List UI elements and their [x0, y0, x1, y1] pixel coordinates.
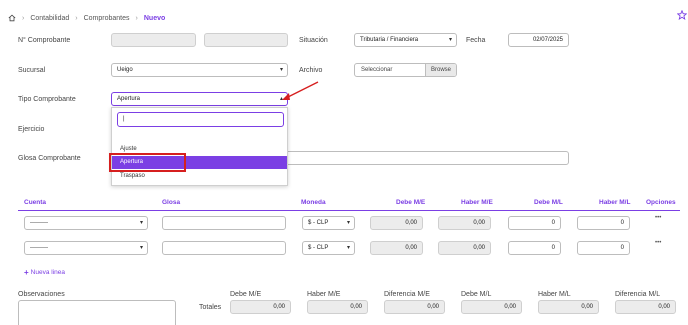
chevron-down-icon: ▾ [346, 245, 350, 251]
haber-me-input: 0,00 [438, 216, 491, 230]
table-row: --------- ▾ $ - CLP ▾ 0,00 0,00 0 0 ••• [0, 240, 688, 257]
highlight-box [109, 153, 186, 172]
table-header: Cuenta Glosa Moneda Debe M/E Haber M/E D… [18, 195, 680, 211]
debe-ml-input[interactable]: 0 [508, 216, 561, 230]
total-haber-me-label: Haber M/E [307, 291, 341, 298]
th-haber-ml: Haber M/L [599, 199, 631, 206]
chevron-down-icon: ▾ [139, 245, 143, 251]
th-moneda: Moneda [301, 199, 326, 206]
row-options-icon[interactable]: ••• [655, 240, 661, 246]
debe-me-input: 0,00 [370, 216, 423, 230]
total-diferencia-ml: 0,00 [615, 300, 676, 314]
glosa-input[interactable] [162, 241, 286, 255]
total-diferencia-me: 0,00 [384, 300, 445, 314]
th-glosa: Glosa [162, 199, 181, 206]
tipo-comprobante-dropdown: | Ajuste Apertura Traspaso [111, 107, 288, 186]
dropdown-search-input[interactable]: | [117, 112, 284, 127]
debe-ml-input[interactable]: 0 [508, 241, 561, 255]
th-opciones: Opciones [646, 199, 676, 206]
th-cuenta: Cuenta [24, 199, 47, 206]
total-diferencia-ml-label: Diferencia M/L [615, 291, 661, 298]
totales-label: Totales [199, 304, 222, 311]
row-options-icon[interactable]: ••• [655, 215, 661, 221]
th-debe-ml: Debe M/L [534, 199, 563, 206]
haber-ml-input[interactable]: 0 [577, 216, 630, 230]
add-line-button[interactable]: + Nueva linea [24, 268, 65, 277]
ejercicio-label: Ejercicio [18, 126, 45, 133]
th-debe-me: Debe M/E [396, 199, 426, 206]
cuenta-value: --------- [30, 245, 48, 251]
total-haber-ml: 0,00 [538, 300, 599, 314]
debe-me-input: 0,00 [370, 241, 423, 255]
cuenta-value: --------- [30, 220, 48, 226]
chevron-down-icon: ▾ [139, 220, 143, 226]
total-debe-ml-label: Debe M/L [461, 291, 492, 298]
total-diferencia-me-label: Diferencia M/E [384, 291, 430, 298]
observaciones-label: Observaciones [18, 291, 65, 298]
observaciones-textarea[interactable] [18, 300, 176, 325]
moneda-value: $ - CLP [308, 245, 329, 251]
moneda-select[interactable]: $ - CLP ▾ [302, 216, 355, 230]
dropdown-option-ajuste[interactable]: Ajuste [120, 146, 137, 152]
table-row: --------- ▾ $ - CLP ▾ 0,00 0,00 0 0 ••• [0, 215, 688, 232]
moneda-value: $ - CLP [308, 220, 329, 226]
glosa-comprobante-label: Glosa Comprobante [18, 155, 81, 162]
th-haber-me: Haber M/E [461, 199, 493, 206]
total-debe-me: 0,00 [230, 300, 291, 314]
chevron-down-icon: ▾ [346, 220, 350, 226]
cuenta-select[interactable]: --------- ▾ [24, 216, 148, 230]
total-debe-me-label: Debe M/E [230, 291, 262, 298]
moneda-select[interactable]: $ - CLP ▾ [302, 241, 355, 255]
glosa-input[interactable] [162, 216, 286, 230]
add-line-label: Nueva linea [30, 269, 65, 276]
haber-me-input: 0,00 [438, 241, 491, 255]
total-haber-me: 0,00 [307, 300, 368, 314]
plus-icon: + [24, 268, 29, 277]
cuenta-select[interactable]: --------- ▾ [24, 241, 148, 255]
total-haber-ml-label: Haber M/L [538, 291, 571, 298]
dropdown-option-traspaso[interactable]: Traspaso [120, 173, 145, 179]
haber-ml-input[interactable]: 0 [577, 241, 630, 255]
total-debe-ml: 0,00 [461, 300, 522, 314]
